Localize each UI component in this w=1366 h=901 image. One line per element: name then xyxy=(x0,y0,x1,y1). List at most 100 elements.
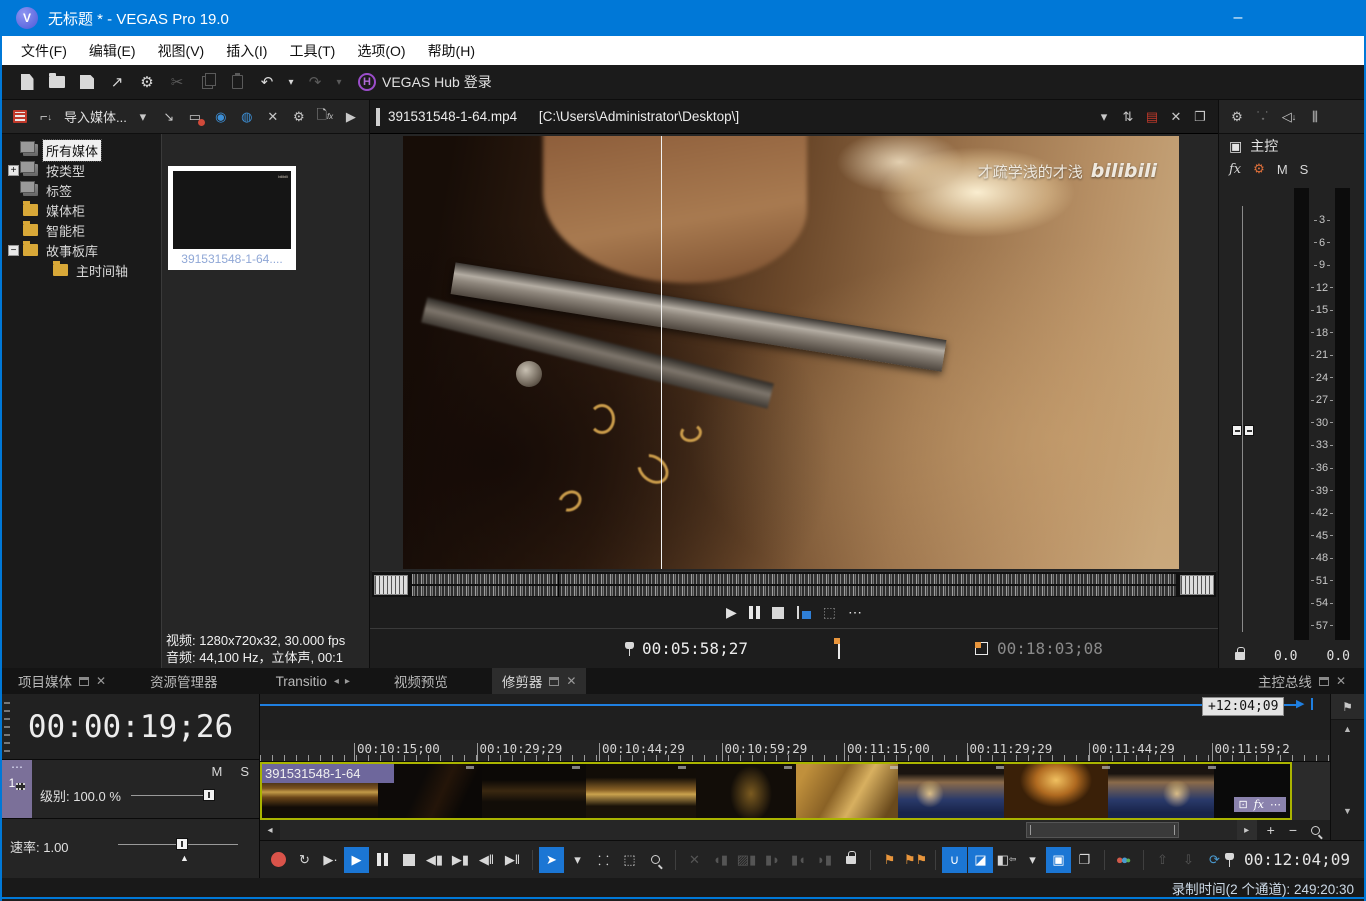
timeline-ruler[interactable]: 00:10:15;00 00:10:29;29 00:10:44;29 00:10:5… xyxy=(260,740,1330,762)
event-crop-icon[interactable]: ⊡ xyxy=(1239,798,1248,811)
marker-tool-button[interactable]: ⚑ xyxy=(1331,694,1364,720)
bus-solo-button[interactable]: S xyxy=(1300,162,1309,177)
previous-frame-button[interactable]: ◀‖ xyxy=(474,847,499,873)
tree-item[interactable]: − 故事板库 xyxy=(2,240,161,260)
bus-properties-gear-icon[interactable]: ⚙ xyxy=(1225,105,1249,129)
trimmer-more-button[interactable]: ⋯ xyxy=(848,604,862,621)
tree-item[interactable]: 主时间轴 xyxy=(2,260,161,280)
envelope-lock-button[interactable]: ▣ xyxy=(1046,846,1071,873)
close-media-icon[interactable]: ✕ xyxy=(1164,109,1188,125)
vegas-hub-login[interactable]: VEGAS Hub 登录 xyxy=(382,72,492,92)
float-window-icon[interactable] xyxy=(79,676,89,686)
zoom-tool-button[interactable] xyxy=(643,847,668,873)
tab-master-bus[interactable]: 主控总线 ✕ xyxy=(1248,668,1356,694)
copy-button[interactable] xyxy=(194,70,220,94)
project-properties-button[interactable]: ↗ xyxy=(104,70,130,94)
insert-marker-button[interactable]: ⚑ xyxy=(877,847,902,873)
event-buttons[interactable]: ⊡ fx ⋯ xyxy=(1233,797,1286,812)
track-more-button[interactable]: ⋯ xyxy=(11,761,23,773)
track-level-slider[interactable] xyxy=(130,789,215,801)
capture-screenshot-icon[interactable]: ▭ xyxy=(183,105,207,129)
bus-window-icon[interactable]: ▣ xyxy=(1229,138,1242,155)
zoom-tool-icon[interactable] xyxy=(1311,825,1320,835)
scroll-down-button[interactable]: ▼ xyxy=(1331,802,1364,820)
minimize-button[interactable]: – xyxy=(1215,0,1261,36)
fade-tool-3[interactable]: ▮◗ xyxy=(760,847,785,873)
mixdown-button-2[interactable]: ⇩ xyxy=(1176,847,1201,873)
vertical-scrollbar[interactable] xyxy=(1331,738,1364,802)
expand-toggle[interactable]: − xyxy=(8,244,19,256)
fade-tool-1[interactable]: ◖▮ xyxy=(708,847,733,873)
new-project-button[interactable] xyxy=(14,70,40,94)
mixer-sliders-icon[interactable]: ⫼ xyxy=(1303,105,1327,129)
group-ignore-button[interactable]: ❐ xyxy=(1072,847,1097,873)
paste-button[interactable] xyxy=(224,70,250,94)
vegas-hub-icon[interactable]: H xyxy=(358,73,376,91)
trimmer-file-selector[interactable]: 391531548-1-64.mp4 [C:\Users\Administrat… xyxy=(388,109,1092,124)
get-media-from-web-icon[interactable]: ◍ xyxy=(235,105,259,129)
track-color-strip[interactable]: ⋯ 1 xyxy=(2,760,32,818)
preview-arrow-icon[interactable]: ↘ xyxy=(157,105,181,129)
fade-tool-2[interactable]: ▨▮ xyxy=(734,847,759,873)
settings-gear-icon[interactable]: ⚙ xyxy=(134,70,160,94)
save-region-button[interactable]: ⬚ xyxy=(823,604,836,621)
selection-tool-button[interactable]: ⬚ xyxy=(617,847,642,873)
scrollbar-thumb[interactable] xyxy=(1026,822,1180,838)
save-project-button[interactable] xyxy=(74,70,100,94)
sort-icon[interactable]: ⇅ xyxy=(1116,109,1140,125)
close-icon[interactable]: ✕ xyxy=(566,674,576,688)
tab-trimmer[interactable]: 修剪器 ✕ xyxy=(491,668,587,694)
close-icon[interactable]: ✕ xyxy=(96,674,106,688)
import-media-icon[interactable]: ⌐ ↓ xyxy=(34,105,58,129)
tab-video-preview[interactable]: 视频预览 xyxy=(384,668,458,694)
import-dropdown[interactable]: ▾ xyxy=(131,105,155,129)
trimmer-grip[interactable] xyxy=(376,107,380,126)
insert-region-button[interactable]: ⚑⚑ xyxy=(903,847,928,873)
play-from-start-button[interactable]: ▶· xyxy=(318,847,343,873)
open-project-button[interactable] xyxy=(44,70,70,94)
trimmer-pause-button[interactable] xyxy=(748,606,760,619)
bus-fx-button[interactable]: fx xyxy=(1229,162,1241,177)
event-fx-icon[interactable]: fx xyxy=(1254,798,1264,811)
video-track-lane[interactable]: 391531548-1-64 ⊡ fx ⋯ xyxy=(260,762,1330,820)
clear-button[interactable]: ✕ xyxy=(682,847,707,873)
audio-waveform-strip[interactable] xyxy=(372,571,1216,597)
video-preview-frame[interactable]: 才疏学浅的才浅 bilibili xyxy=(403,136,1179,569)
close-icon[interactable]: ✕ xyxy=(1336,674,1346,688)
tab-scroll-left[interactable]: ◂ xyxy=(334,676,345,687)
go-to-end-button[interactable]: ▶▮ xyxy=(448,847,473,873)
loop-render-button[interactable]: ⟳ xyxy=(1202,847,1227,873)
tree-item[interactable]: + 按类型 xyxy=(2,160,161,180)
undo-button[interactable]: ↶ xyxy=(254,70,280,94)
media-fx-icon[interactable]: 🗋 fx xyxy=(313,105,337,129)
media-manager-icon[interactable]: ▤ xyxy=(1140,109,1164,125)
trimmer-cursor-time[interactable]: 00:05:58;27 xyxy=(642,639,748,658)
timeline-time-display[interactable]: 00:00:19;26 xyxy=(2,694,259,760)
tab-scroll-right[interactable]: ▸ xyxy=(345,676,356,687)
scrollbar-track[interactable] xyxy=(280,820,1237,840)
expand-toggle[interactable]: + xyxy=(8,164,19,176)
record-button[interactable] xyxy=(266,847,291,873)
menu-file[interactable]: 文件(F) xyxy=(10,36,78,65)
edit-tool-dropdown[interactable]: ▾ xyxy=(565,847,590,873)
rate-slider[interactable] xyxy=(118,838,238,850)
track-mute-button[interactable]: M xyxy=(211,764,222,779)
media-properties-gear-icon[interactable]: ⚙ xyxy=(287,105,311,129)
preview-stop-icon[interactable]: ▮ xyxy=(365,105,369,129)
cut-button[interactable]: ✂ xyxy=(164,70,190,94)
menu-help[interactable]: 帮助(H) xyxy=(417,36,486,65)
trimmer-cursor-line[interactable] xyxy=(660,136,662,569)
menu-tools[interactable]: 工具(T) xyxy=(278,36,346,65)
play-button[interactable]: ▶ xyxy=(344,846,369,873)
redo-dropdown[interactable]: ▾ xyxy=(332,70,346,94)
menu-edit[interactable]: 编辑(E) xyxy=(78,36,147,65)
tree-item[interactable]: 所有媒体 xyxy=(2,138,161,162)
ripple-edit-button[interactable]: ◧ ⇦ xyxy=(994,847,1019,873)
copy-frame-icon[interactable]: ❐ xyxy=(1188,109,1212,125)
float-window-icon[interactable] xyxy=(1318,676,1329,686)
add-to-timeline-button[interactable] xyxy=(796,606,811,619)
menu-view[interactable]: 视图(V) xyxy=(147,36,216,65)
normal-edit-tool-button[interactable]: ➤ xyxy=(539,846,564,873)
mixdown-button-1[interactable]: ⇧ xyxy=(1150,847,1175,873)
marker-lane[interactable]: ▶ +12:04;09 xyxy=(260,694,1330,740)
